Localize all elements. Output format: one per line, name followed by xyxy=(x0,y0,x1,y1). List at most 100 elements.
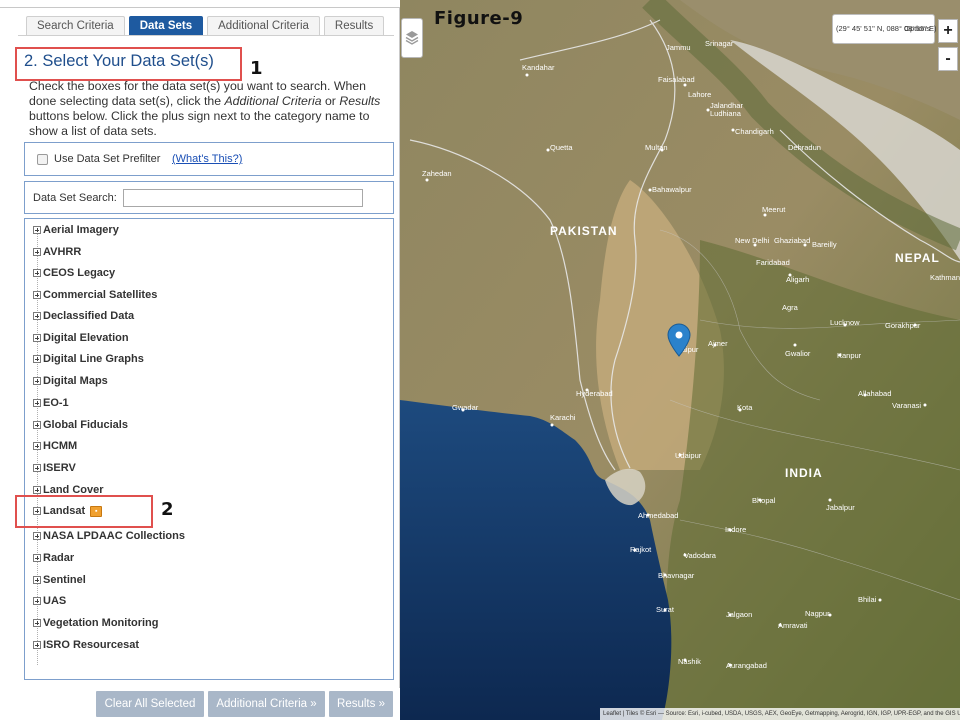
dataset-category-uas[interactable]: UAS xyxy=(33,593,66,609)
prefilter-label: Use Data Set Prefilter xyxy=(54,153,161,165)
city-label-bareilly: Bareilly xyxy=(812,240,837,249)
dataset-category-label: UAS xyxy=(43,595,67,607)
map-options-link[interactable]: Options xyxy=(904,24,930,33)
instructions-emphasis-results: Results xyxy=(339,94,381,108)
dataset-category-label: ISRO Resourcesat xyxy=(43,639,139,651)
expand-plus-icon[interactable] xyxy=(33,576,41,584)
city-label-aligarh: Aligarh xyxy=(786,275,809,284)
dataset-tree: Aerial Imagery AVHRR CEOS Legacy Commerc… xyxy=(24,218,394,680)
clear-all-selected-button[interactable]: Clear All Selected xyxy=(96,691,204,717)
city-label-hyderabad: Hyderabad xyxy=(576,389,613,398)
city-label-new-delhi: New Delhi xyxy=(735,236,770,245)
city-label-bahawalpur: Bahawalpur xyxy=(652,185,692,194)
expand-plus-icon[interactable] xyxy=(33,269,41,277)
zoom-in-button[interactable]: + xyxy=(938,19,958,43)
expand-plus-icon[interactable] xyxy=(33,554,41,562)
city-label-ghaziabad: Ghaziabad xyxy=(774,236,810,245)
dataset-category-label: Global Fiducials xyxy=(43,419,128,431)
expand-plus-icon[interactable] xyxy=(33,532,41,540)
figure-label: Figure-9 xyxy=(434,8,524,29)
city-label-jabalpur: Jabalpur xyxy=(826,503,855,512)
dataset-category-nasa-lpdaac[interactable]: NASA LPDAAC Collections xyxy=(33,528,185,544)
city-label-kathmandu: Kathmandu xyxy=(930,273,960,282)
expand-plus-icon[interactable] xyxy=(33,248,41,256)
city-label-lucknow: Lucknow xyxy=(830,318,860,327)
expand-plus-icon[interactable] xyxy=(33,597,41,605)
results-button[interactable]: Results » xyxy=(329,691,393,717)
expand-plus-icon[interactable] xyxy=(33,421,41,429)
tab-additional-criteria[interactable]: Additional Criteria xyxy=(207,16,320,36)
dataset-category-label: NASA LPDAAC Collections xyxy=(43,530,185,542)
expand-plus-icon[interactable] xyxy=(33,355,41,363)
expand-plus-icon[interactable] xyxy=(33,312,41,320)
dataset-category-aerial-imagery[interactable]: Aerial Imagery xyxy=(33,222,119,238)
city-label-chandigarh: Chandigarh xyxy=(735,127,774,136)
city-label-faisalabad: Faisalabad xyxy=(658,75,695,84)
tab-search-criteria[interactable]: Search Criteria xyxy=(26,16,125,36)
dataset-category-eo-1[interactable]: EO-1 xyxy=(33,395,69,411)
dataset-category-label: Aerial Imagery xyxy=(43,224,119,236)
dataset-category-isro-resourcesat[interactable]: ISRO Resourcesat xyxy=(33,637,139,653)
expand-plus-icon[interactable] xyxy=(33,399,41,407)
dataset-category-digital-maps[interactable]: Digital Maps xyxy=(33,373,108,389)
expand-plus-icon[interactable] xyxy=(33,619,41,627)
city-label-jalgaon: Jalgaon xyxy=(726,610,752,619)
expand-plus-icon[interactable] xyxy=(33,486,41,494)
dataset-category-radar[interactable]: Radar xyxy=(33,550,74,566)
city-label-rajkot: Rajkot xyxy=(630,545,652,554)
city-label-aurangabad: Aurangabad xyxy=(726,661,767,670)
zoom-out-button[interactable]: - xyxy=(938,47,958,71)
dataset-category-declassified-data[interactable]: Declassified Data xyxy=(33,308,134,324)
expand-plus-icon[interactable] xyxy=(33,377,41,385)
city-label-kota: Kota xyxy=(737,403,753,412)
dataset-category-global-fiducials[interactable]: Global Fiducials xyxy=(33,417,128,433)
country-label-nepal: NEPAL xyxy=(895,251,940,265)
dataset-category-label: AVHRR xyxy=(43,246,82,258)
dataset-category-digital-elevation[interactable]: Digital Elevation xyxy=(33,330,129,346)
dataset-category-ceos-legacy[interactable]: CEOS Legacy xyxy=(33,265,115,281)
instructions-part-3: buttons below. Click the plus sign next … xyxy=(29,109,370,138)
country-label-india: INDIA xyxy=(785,466,823,480)
layers-icon[interactable] xyxy=(401,18,423,58)
dataset-category-avhrr[interactable]: AVHRR xyxy=(33,244,81,260)
expand-plus-icon[interactable] xyxy=(33,442,41,450)
city-label-surat: Surat xyxy=(656,605,675,614)
dataset-category-digital-line-graphs[interactable]: Digital Line Graphs xyxy=(33,351,144,367)
dataset-category-iserv[interactable]: ISERV xyxy=(33,460,76,476)
city-label-nashik: Nashik xyxy=(678,657,701,666)
city-label-jammu: Jammu xyxy=(666,43,691,52)
city-label-multan: Multan xyxy=(645,143,668,152)
city-label-kandahar: Kandahar xyxy=(522,63,555,72)
dataset-category-commercial-satellites[interactable]: Commercial Satellites xyxy=(33,287,157,303)
dataset-category-label: Digital Line Graphs xyxy=(43,353,144,365)
city-label-ludhiana: Ludhiana xyxy=(710,109,742,118)
highlight-box-landsat xyxy=(15,495,153,528)
dataset-category-hcmm[interactable]: HCMM xyxy=(33,438,77,454)
city-label-dehradun: Dehradun xyxy=(788,143,821,152)
expand-plus-icon[interactable] xyxy=(33,334,41,342)
instructions-text: Check the boxes for the data set(s) you … xyxy=(29,79,389,139)
dataset-category-vegetation-monitoring[interactable]: Vegetation Monitoring xyxy=(33,615,159,631)
expand-plus-icon[interactable] xyxy=(33,291,41,299)
prefilter-checkbox[interactable] xyxy=(37,154,48,165)
expand-plus-icon[interactable] xyxy=(33,641,41,649)
city-label-amravati: Amravati xyxy=(778,621,808,630)
dataset-category-label: HCMM xyxy=(43,440,78,452)
dataset-search-input[interactable] xyxy=(123,189,363,207)
city-label-vadodara: Vadodara xyxy=(684,551,717,560)
dataset-search-label: Data Set Search: xyxy=(33,192,117,204)
dataset-category-label: Digital Maps xyxy=(43,375,108,387)
city-label-gwalior: Gwalior xyxy=(785,349,811,358)
expand-plus-icon[interactable] xyxy=(33,226,41,234)
whats-this-link[interactable]: (What's This?) xyxy=(172,153,242,165)
tab-results[interactable]: Results xyxy=(323,16,385,36)
dataset-category-sentinel[interactable]: Sentinel xyxy=(33,572,86,588)
panel-top-border xyxy=(0,0,400,8)
tab-data-sets[interactable]: Data Sets xyxy=(128,16,204,36)
screen: Search Criteria Data Sets Additional Cri… xyxy=(0,0,960,720)
city-label-ahmedabad: Ahmedabad xyxy=(638,511,678,520)
expand-plus-icon[interactable] xyxy=(33,464,41,472)
map-view[interactable]: Kandahar Quetta Zahedan Faisalabad Jalan… xyxy=(400,0,960,720)
additional-criteria-button[interactable]: Additional Criteria » xyxy=(208,691,325,717)
dataset-category-label: Digital Elevation xyxy=(43,332,129,344)
